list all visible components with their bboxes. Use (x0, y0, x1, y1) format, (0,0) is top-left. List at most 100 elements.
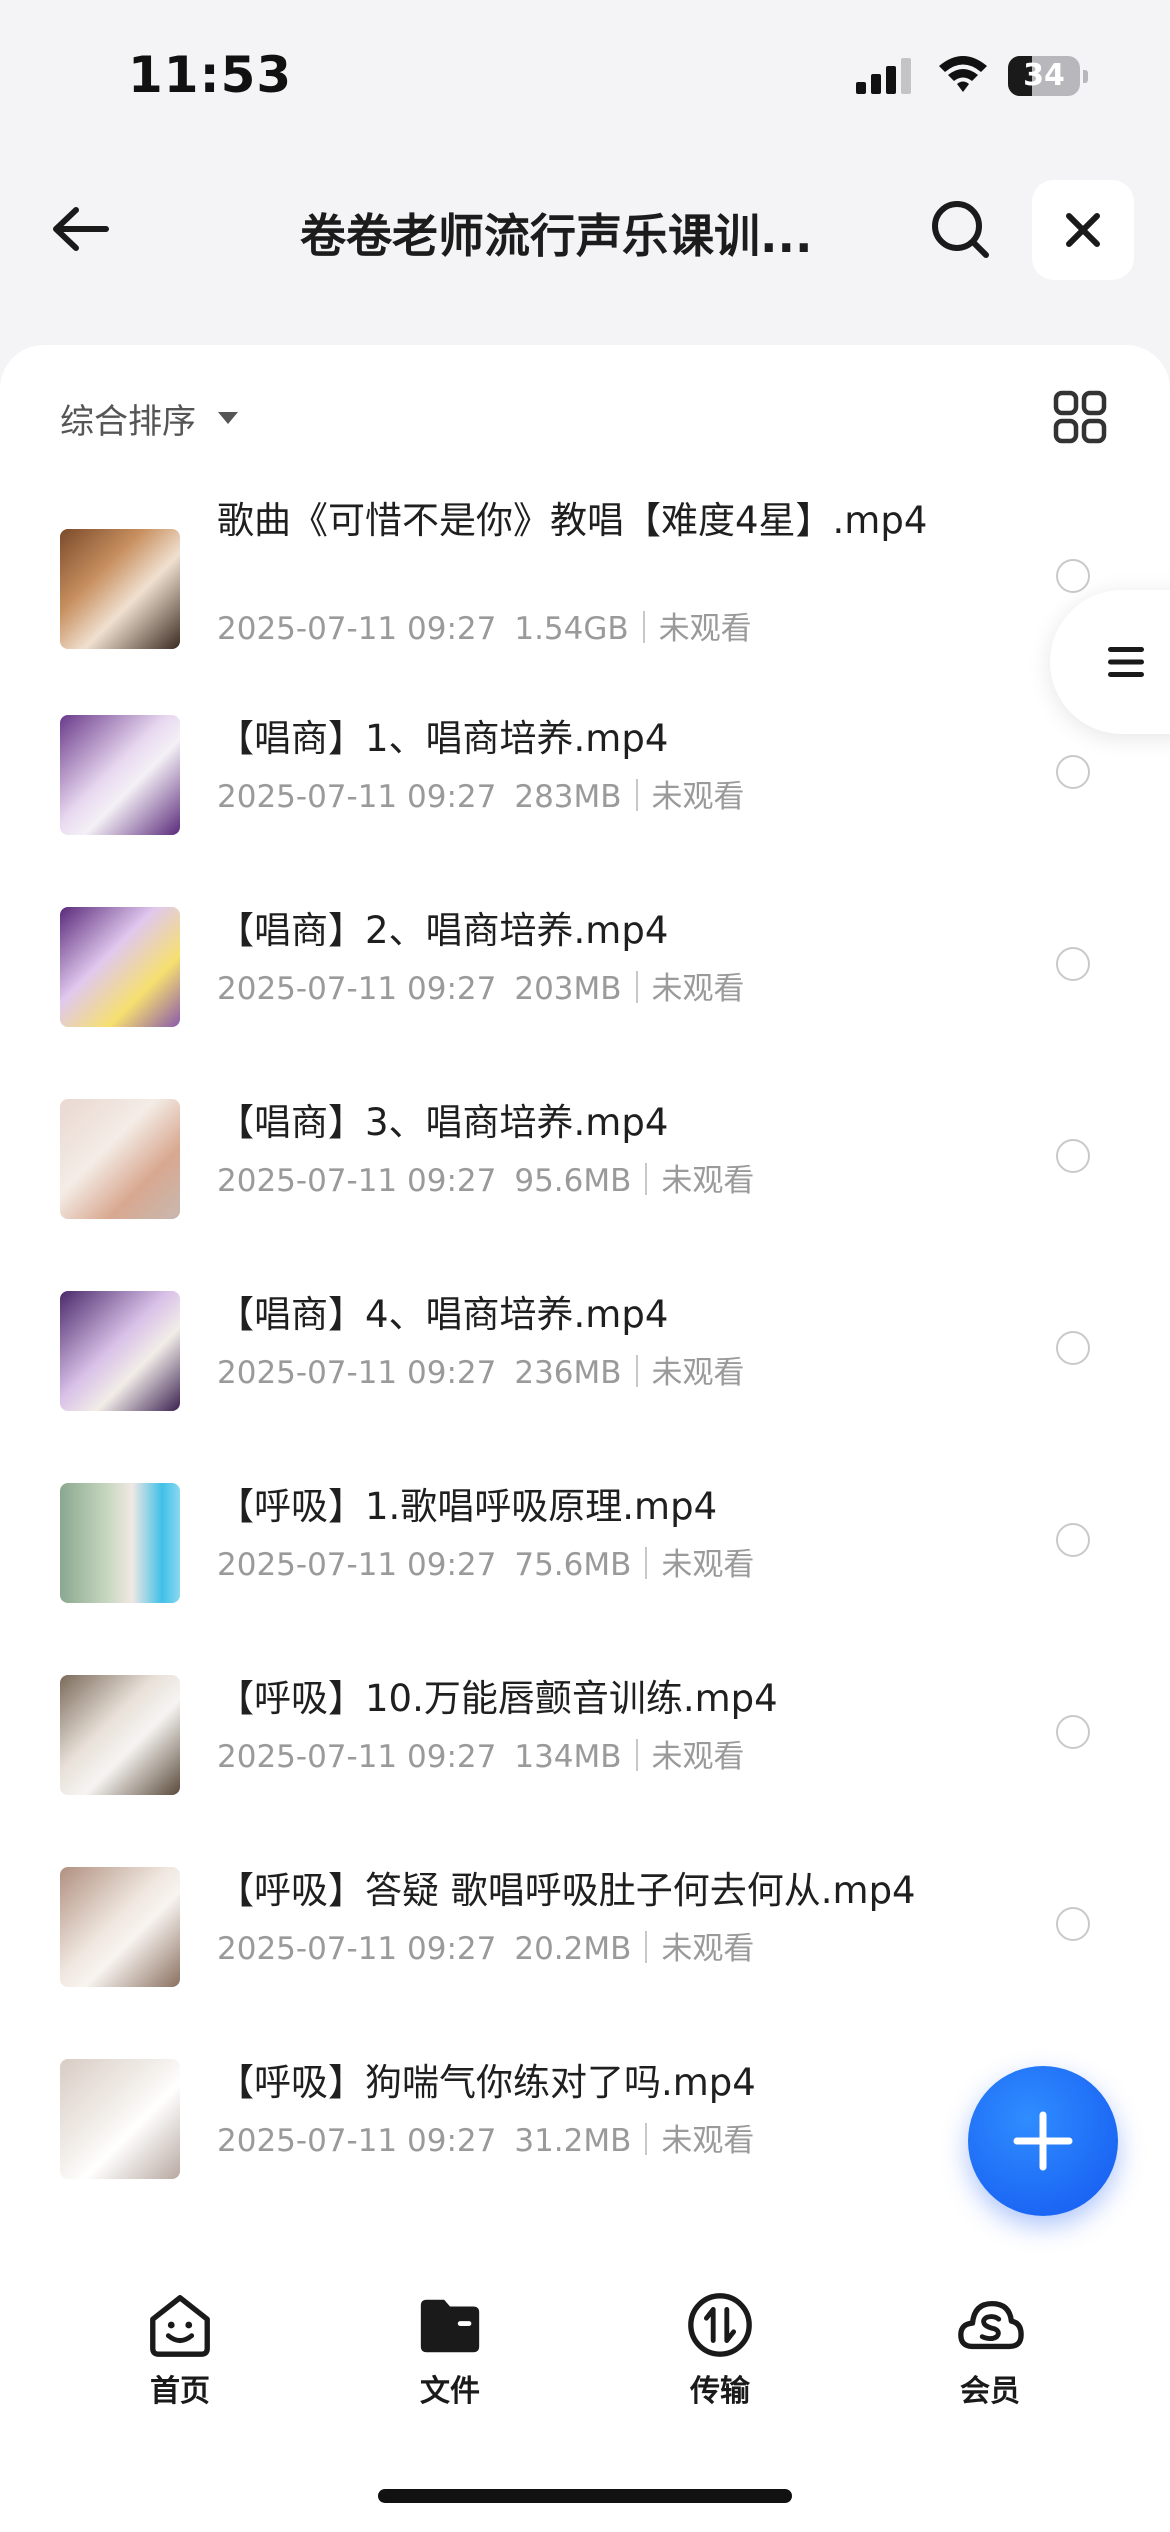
file-meta: 2025-07-11 09:27 203MB 未观看 (217, 963, 745, 1008)
file-date: 2025-07-11 09:27 (217, 2123, 497, 2159)
file-meta: 2025-07-11 09:27 134MB 未观看 (217, 1731, 745, 1776)
video-thumbnail (60, 907, 180, 1027)
select-radio[interactable] (1056, 947, 1090, 981)
file-date: 2025-07-11 09:27 (217, 1739, 497, 1775)
file-size: 20.2MB (514, 1931, 632, 1967)
video-thumbnail (60, 715, 180, 835)
watch-status: 未观看 (651, 1355, 745, 1391)
file-size: 236MB (514, 1355, 622, 1391)
meta-divider (635, 971, 638, 1003)
file-size: 283MB (514, 779, 622, 815)
file-meta: 2025-07-11 09:27 95.6MB 未观看 (217, 1155, 754, 1200)
status-bar: 11:53 34 (0, 0, 1170, 150)
video-thumbnail (60, 2059, 180, 2179)
meta-divider (635, 1739, 638, 1771)
file-date: 2025-07-11 09:27 (217, 779, 497, 815)
file-meta: 2025-07-11 09:27 283MB 未观看 (217, 771, 745, 816)
select-radio[interactable] (1056, 1523, 1090, 1557)
back-arrow-icon (53, 207, 109, 251)
nav-label-membership: 会员 (960, 2374, 1020, 2409)
file-row[interactable]: 【唱商】3、唱商培养.mp4 2025-07-11 09:27 95.6MB 未观看 (0, 1059, 1170, 1251)
file-date: 2025-07-11 09:27 (217, 971, 497, 1007)
meta-divider (645, 1163, 648, 1195)
watch-status: 未观看 (651, 1739, 745, 1775)
sort-label: 综合排序 (60, 401, 196, 442)
video-thumbnail (60, 1291, 180, 1411)
page-title: 卷卷老师流行声乐课训... (300, 209, 813, 263)
nav-item-membership[interactable]: 会员 (890, 2290, 1090, 2410)
file-size: 134MB (514, 1739, 622, 1775)
watch-status: 未观看 (651, 779, 745, 815)
file-name: 【呼吸】狗喘气你练对了吗.mp4 (217, 2061, 756, 2104)
battery-percent: 34 (1023, 58, 1065, 93)
video-thumbnail (60, 1099, 180, 1219)
file-size: 203MB (514, 971, 622, 1007)
select-radio[interactable] (1056, 1331, 1090, 1365)
video-thumbnail (60, 1867, 180, 1987)
nav-item-home[interactable]: 首页 (80, 2290, 280, 2410)
watch-status: 未观看 (661, 2123, 755, 2159)
watch-status: 未观看 (661, 1547, 755, 1583)
status-time: 11:53 (128, 46, 293, 104)
file-meta: 2025-07-11 09:27 31.2MB 未观看 (217, 2115, 754, 2160)
close-button[interactable] (1032, 180, 1134, 280)
home-smile-icon (150, 2295, 210, 2357)
file-size: 31.2MB (514, 2123, 632, 2159)
file-name: 【呼吸】答疑 歌唱呼吸肚子何去何从.mp4 (217, 1869, 916, 1912)
file-row[interactable]: 【唱商】4、唱商培养.mp4 2025-07-11 09:27 236MB 未观看 (0, 1251, 1170, 1443)
nav-label-home: 首页 (150, 2374, 210, 2409)
search-icon (932, 201, 989, 258)
menu-lines-icon (1108, 647, 1144, 677)
file-row[interactable]: 【呼吸】10.万能唇颤音训练.mp4 2025-07-11 09:27 134MB 未… (0, 1635, 1170, 1827)
file-name: 【唱商】3、唱商培养.mp4 (217, 1101, 669, 1144)
file-name: 【呼吸】1.歌唱呼吸原理.mp4 (217, 1485, 718, 1528)
file-row[interactable]: 【呼吸】1.歌唱呼吸原理.mp4 2025-07-11 09:27 75.6MB 未观… (0, 1443, 1170, 1635)
select-radio[interactable] (1056, 1715, 1090, 1749)
sort-dropdown[interactable]: 综合排序 (60, 393, 238, 443)
meta-divider (635, 1355, 638, 1387)
file-list: 歌曲《可惜不是你》教唱【难度4星】.mp4 2025-07-11 09:27 1.5… (0, 475, 1170, 2211)
file-size: 1.54GB (514, 611, 629, 647)
cellular-signal-icon (856, 58, 911, 94)
file-name: 歌曲《可惜不是你》教唱【难度4星】.mp4 (217, 499, 928, 542)
meta-divider (635, 779, 638, 811)
wifi-icon (939, 56, 987, 92)
file-meta: 2025-07-11 09:27 1.54GB 未观看 (217, 603, 752, 648)
file-date: 2025-07-11 09:27 (217, 1163, 497, 1199)
file-row[interactable]: 【呼吸】答疑 歌唱呼吸肚子何去何从.mp4 2025-07-11 09:27 20.… (0, 1827, 1170, 2019)
select-radio[interactable] (1056, 559, 1090, 593)
select-radio[interactable] (1056, 755, 1090, 789)
nav-item-files[interactable]: 文件 (350, 2290, 550, 2410)
meta-divider (645, 1931, 648, 1963)
video-thumbnail (60, 529, 180, 649)
battery-icon: 34 (1008, 56, 1088, 96)
file-meta: 2025-07-11 09:27 20.2MB 未观看 (217, 1923, 754, 1968)
home-indicator (378, 2489, 792, 2503)
file-size: 75.6MB (514, 1547, 632, 1583)
folder-icon (420, 2299, 480, 2353)
add-button[interactable] (968, 2066, 1118, 2216)
meta-divider (642, 611, 645, 643)
file-row[interactable]: 【唱商】1、唱商培养.mp4 2025-07-11 09:27 283MB 未观看 (0, 675, 1170, 867)
nav-label-transfer: 传输 (690, 2374, 750, 2409)
select-radio[interactable] (1056, 1907, 1090, 1941)
watch-status: 未观看 (661, 1163, 755, 1199)
file-date: 2025-07-11 09:27 (217, 1355, 497, 1391)
watch-status: 未观看 (651, 971, 745, 1007)
file-date: 2025-07-11 09:27 (217, 1547, 497, 1583)
search-button[interactable] (920, 194, 1000, 264)
file-row[interactable]: 歌曲《可惜不是你》教唱【难度4星】.mp4 2025-07-11 09:27 1.5… (0, 475, 1170, 675)
select-radio[interactable] (1056, 1139, 1090, 1173)
meta-divider (645, 1547, 648, 1579)
screen: 11:53 34 卷卷老师流行声乐课训... 综合排序 歌曲《可惜不是你》教唱【… (0, 0, 1170, 2532)
plus-icon (1013, 2111, 1073, 2171)
grid-view-icon[interactable] (1050, 387, 1110, 447)
transfer-icon (688, 2293, 752, 2357)
file-name: 【唱商】4、唱商培养.mp4 (217, 1293, 669, 1336)
close-icon (1066, 213, 1100, 247)
file-row[interactable]: 【唱商】2、唱商培养.mp4 2025-07-11 09:27 203MB 未观看 (0, 867, 1170, 1059)
file-meta: 2025-07-11 09:27 75.6MB 未观看 (217, 1539, 754, 1584)
back-button[interactable] (40, 194, 120, 264)
file-name: 【唱商】1、唱商培养.mp4 (217, 717, 669, 760)
nav-item-transfer[interactable]: 传输 (620, 2290, 820, 2410)
